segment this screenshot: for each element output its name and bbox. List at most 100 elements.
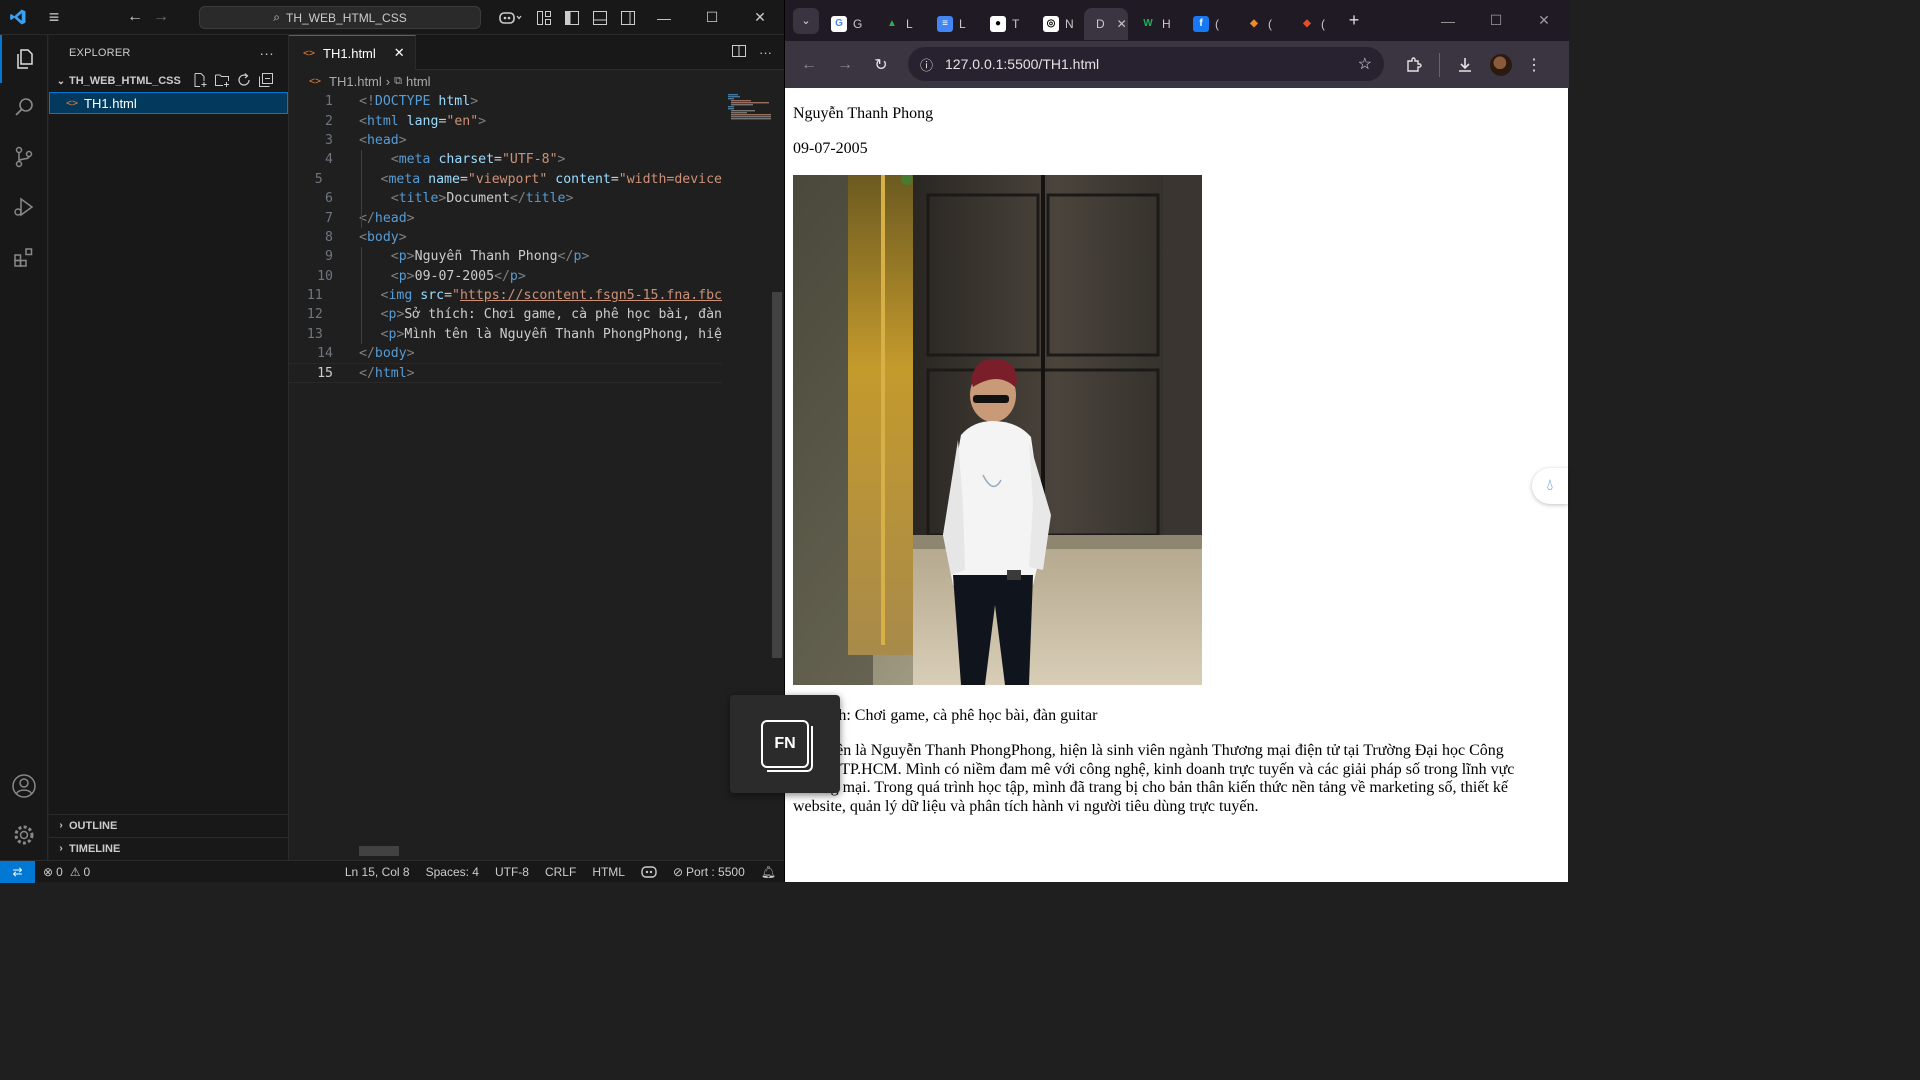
toggle-sidebar-icon[interactable]: [562, 8, 582, 28]
close-icon[interactable]: ✕: [736, 0, 784, 35]
chrome-menu-icon[interactable]: ⋮: [1526, 47, 1542, 83]
customize-layout-icon[interactable]: [534, 8, 554, 28]
code-line[interactable]: 4 <meta charset="UTF-8">: [289, 150, 722, 169]
indentation[interactable]: Spaces: 4: [418, 861, 487, 883]
split-editor-icon[interactable]: [731, 43, 747, 62]
minimize-icon[interactable]: —: [1424, 0, 1472, 41]
copilot-status-icon[interactable]: [633, 861, 665, 883]
profile-avatar[interactable]: [1490, 53, 1512, 76]
collapse-all-icon[interactable]: [258, 72, 274, 91]
reload-icon[interactable]: ↻: [863, 47, 899, 83]
floating-assistant-icon[interactable]: 💧︎: [1532, 468, 1568, 504]
line-ending[interactable]: CRLF: [537, 861, 584, 883]
toolbar-divider: [1439, 52, 1440, 77]
code-line[interactable]: 5 <meta name="viewport" content="width=d…: [289, 170, 722, 189]
code-line[interactable]: 9 <p>Nguyễn Thanh Phong</p>: [289, 247, 722, 266]
browser-tab[interactable]: ◎ N: [1031, 8, 1084, 40]
toggle-secondary-sidebar-icon[interactable]: [618, 8, 638, 28]
browser-tab[interactable]: WH: [1128, 8, 1181, 40]
browser-tab[interactable]: ◆(: [1234, 8, 1287, 40]
remote-indicator-icon[interactable]: ⇄: [0, 860, 35, 883]
browser-tab[interactable]: ▲ L: [872, 8, 925, 40]
accounts-icon[interactable]: [0, 762, 48, 810]
problems-indicator[interactable]: ⊗ 0 ⚠ 0: [35, 861, 98, 883]
explorer-icon[interactable]: [0, 35, 48, 83]
code-line[interactable]: 14 </body>: [289, 344, 722, 363]
new-folder-icon[interactable]: [214, 72, 230, 91]
downloads-icon[interactable]: [1454, 47, 1476, 83]
code-line[interactable]: 11 <img src="https://scontent.fsgn5-15.f…: [289, 286, 722, 305]
back-arrow-icon[interactable]: ←: [791, 47, 827, 83]
address-bar[interactable]: ⓘ 127.0.0.1:5500/TH1.html ☆: [908, 47, 1384, 81]
back-arrow-icon[interactable]: ←: [122, 8, 148, 26]
extensions-icon[interactable]: [0, 233, 48, 281]
close-tab-icon[interactable]: ✕: [1117, 17, 1127, 31]
vscode-logo-icon[interactable]: [0, 0, 36, 35]
close-icon[interactable]: ✕: [1520, 0, 1568, 41]
code-line[interactable]: 15 </html>: [289, 363, 722, 383]
breadcrumb-symbol[interactable]: html: [406, 74, 431, 89]
maximize-icon[interactable]: ☐: [688, 0, 736, 35]
html-file-icon: <>: [303, 47, 316, 59]
encoding[interactable]: UTF-8: [487, 861, 537, 883]
outline-section[interactable]: › OUTLINE: [49, 814, 288, 836]
code-line[interactable]: 13 <p>Mình tên là Nguyễn Thanh PhongPhon…: [289, 325, 722, 344]
source-control-icon[interactable]: [0, 133, 48, 181]
new-tab-icon[interactable]: +: [1340, 10, 1368, 31]
code-editor[interactable]: 1 <!DOCTYPE html> 2 <html lang="en"> 3 <head>…: [289, 92, 722, 832]
browser-tab[interactable]: ≡ L: [925, 8, 978, 40]
close-tab-icon[interactable]: ✕: [394, 45, 405, 61]
url-text[interactable]: 127.0.0.1:5500/TH1.html: [945, 56, 1099, 72]
desktop: ≡ ← → ⌕ TH_WEB_HTML_CSS — ☐ ✕ EXPLORER ·…: [0, 0, 1569, 883]
browser-tab[interactable]: D ✕: [1084, 7, 1128, 40]
browser-tab[interactable]: ● T: [978, 8, 1031, 40]
scrollbar-thumb[interactable]: [772, 292, 782, 658]
code-line[interactable]: 1 <!DOCTYPE html>: [289, 92, 722, 111]
code-line[interactable]: 2 <html lang="en">: [289, 111, 722, 130]
forward-arrow-icon[interactable]: →: [148, 8, 174, 26]
minimize-icon[interactable]: —: [640, 0, 688, 35]
toggle-panel-icon[interactable]: [590, 8, 610, 28]
code-line[interactable]: 6 <title>Document</title>: [289, 189, 722, 208]
code-line[interactable]: 7 </head>: [289, 208, 722, 227]
line-content: <html lang="en">: [333, 114, 486, 129]
explorer-title: EXPLORER: [69, 46, 131, 59]
live-server-port[interactable]: ⊘ Port : 5500: [665, 861, 753, 883]
run-debug-icon[interactable]: [0, 183, 48, 231]
breadcrumb-file[interactable]: TH1.html: [329, 74, 382, 89]
code-line[interactable]: 12 <p>Sở thích: Chơi game, cà phê học bà…: [289, 305, 722, 324]
notifications-bell-icon[interactable]: 🔔︎: [753, 861, 784, 883]
file-item-th1-html[interactable]: <> TH1.html: [49, 92, 288, 114]
more-actions-icon[interactable]: ···: [759, 45, 772, 60]
browser-tab[interactable]: f(: [1181, 8, 1234, 40]
search-icon[interactable]: [0, 83, 48, 131]
manage-gear-icon[interactable]: [0, 811, 48, 859]
bookmark-star-icon[interactable]: ☆: [1358, 54, 1372, 74]
browser-tab[interactable]: ◆(: [1287, 8, 1340, 40]
forward-arrow-icon[interactable]: →: [827, 47, 863, 83]
workspace-folder[interactable]: ⌄ TH_WEB_HTML_CSS: [49, 70, 288, 92]
timeline-section[interactable]: › TIMELINE: [49, 837, 288, 859]
new-file-icon[interactable]: [192, 72, 208, 91]
horizontal-scrollbar[interactable]: [359, 846, 399, 856]
refresh-icon[interactable]: [236, 72, 252, 91]
extensions-puzzle-icon[interactable]: [1403, 47, 1425, 83]
code-line[interactable]: 10 <p>09-07-2005</p>: [289, 267, 722, 286]
token-text: Mình tên là Nguyễn Thanh PhongPhong, hiệ: [404, 326, 722, 342]
command-center-search[interactable]: ⌕ TH_WEB_HTML_CSS: [199, 6, 481, 29]
site-info-icon[interactable]: ⓘ: [920, 55, 933, 74]
hamburger-menu-icon[interactable]: ≡: [36, 0, 72, 35]
more-actions-icon[interactable]: ···: [259, 45, 274, 61]
token-text: =: [494, 152, 502, 168]
browser-tab[interactable]: GG: [819, 8, 872, 40]
tab-search-chevron-icon[interactable]: ⌄: [793, 7, 819, 34]
copilot-icon[interactable]: [494, 8, 526, 28]
chevron-right-icon: ›: [59, 820, 63, 831]
maximize-icon[interactable]: ☐: [1472, 0, 1520, 41]
cursor-position[interactable]: Ln 15, Col 8: [337, 861, 418, 883]
tab-th1-html[interactable]: <> TH1.html ✕: [289, 35, 416, 70]
code-line[interactable]: 8 <body>: [289, 228, 722, 247]
code-line[interactable]: 3 <head>: [289, 131, 722, 150]
activity-bar: [0, 35, 48, 860]
language-mode[interactable]: HTML: [584, 861, 633, 883]
